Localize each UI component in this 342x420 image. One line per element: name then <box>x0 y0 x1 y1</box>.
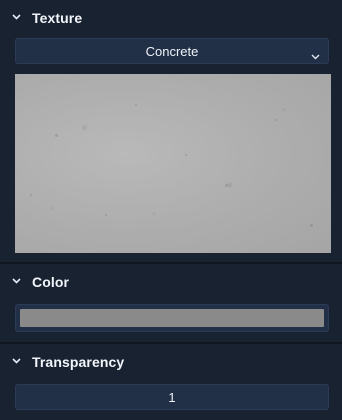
chevron-down-icon <box>311 48 320 60</box>
texture-section: Texture Concrete <box>0 0 342 262</box>
color-section-header[interactable]: Color <box>0 264 342 300</box>
texture-preview-image <box>15 74 331 253</box>
color-section: Color <box>0 264 342 342</box>
transparency-section-header[interactable]: Transparency <box>0 344 342 380</box>
chevron-down-icon[interactable] <box>12 12 21 21</box>
transparency-section-title: Transparency <box>32 354 125 370</box>
properties-panel: Texture Concrete Color Transparency 1 <box>0 0 342 420</box>
color-picker[interactable] <box>15 304 329 332</box>
transparency-input[interactable]: 1 <box>15 384 329 410</box>
color-swatch <box>20 309 324 327</box>
color-section-title: Color <box>32 274 70 290</box>
texture-section-title: Texture <box>32 10 83 26</box>
transparency-section: Transparency 1 <box>0 344 342 420</box>
texture-dropdown-value: Concrete <box>145 43 199 59</box>
chevron-down-icon[interactable] <box>12 276 21 285</box>
transparency-value: 1 <box>168 389 176 405</box>
texture-dropdown[interactable]: Concrete <box>15 38 329 64</box>
chevron-down-icon[interactable] <box>12 356 21 365</box>
texture-section-header[interactable]: Texture <box>0 0 342 36</box>
